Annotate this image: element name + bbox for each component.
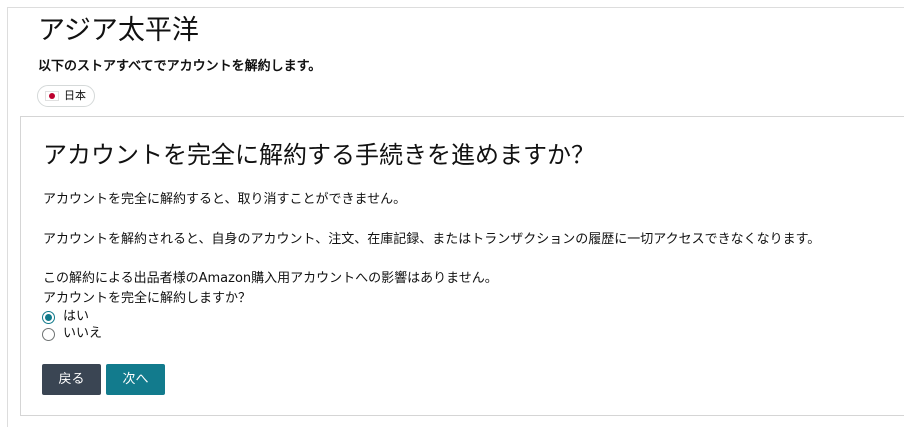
page: アジア太平洋 以下のストアすべてでアカウントを解約します。 日本 アカウントを完… <box>0 0 904 427</box>
radio-no-label: いいえ <box>63 326 103 341</box>
radio-option-no[interactable]: いいえ <box>42 326 102 342</box>
back-button[interactable]: 戻る <box>42 364 101 395</box>
country-chip-label: 日本 <box>64 89 86 102</box>
confirm-question-label: アカウントを完全に解約しますか？ <box>43 291 252 306</box>
buyer-account-note-text: この解約による出品者様のAmazon購入用アカウントへの影響はありません。 <box>43 271 498 286</box>
radio-yes-label: はい <box>63 309 90 324</box>
irreversible-warning-text: アカウントを完全に解約すると、取り消すことができません。 <box>43 192 407 207</box>
radio-no-unchecked-icon[interactable] <box>42 327 55 341</box>
next-button[interactable]: 次へ <box>106 364 165 395</box>
close-account-confirmation-card: アカウントを完全に解約する手続きを進めますか？ アカウントを完全に解約すると、取… <box>20 116 904 416</box>
radio-yes-checked-icon[interactable] <box>42 310 55 324</box>
confirmation-title: アカウントを完全に解約する手続きを進めますか？ <box>43 141 595 169</box>
country-chip-japan: 日本 <box>37 85 95 107</box>
region-title: アジア太平洋 <box>38 15 199 46</box>
region-subtitle: 以下のストアすべてでアカウントを解約します。 <box>38 59 322 74</box>
radio-option-yes[interactable]: はい <box>42 309 89 325</box>
japan-flag-icon <box>45 91 59 101</box>
access-loss-warning-text: アカウントを解約されると、自身のアカウント、注文、在庫記録、またはトランザクショ… <box>43 232 821 247</box>
